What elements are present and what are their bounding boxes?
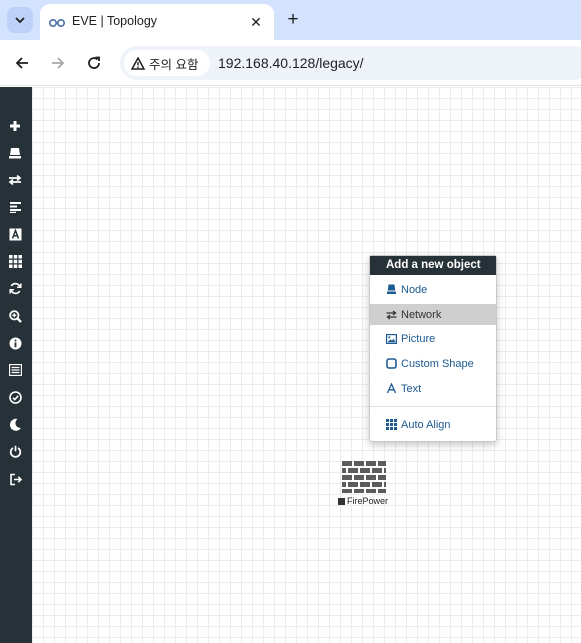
reload-button[interactable]	[81, 50, 107, 76]
context-menu-title: Add a new object	[370, 256, 496, 275]
menu-item-text[interactable]: Text	[370, 378, 496, 399]
add-object-context-menu: Add a new object Node Network Picture Cu…	[369, 255, 497, 442]
eve-sidebar	[0, 87, 32, 643]
list-icon[interactable]	[6, 361, 24, 379]
new-tab-button[interactable]: +	[282, 9, 304, 31]
grid-icon	[386, 419, 397, 430]
info-icon[interactable]	[6, 334, 24, 352]
menu-item-label: Network	[401, 308, 442, 321]
zoom-icon[interactable]	[6, 307, 24, 325]
chevron-down-icon	[15, 17, 25, 24]
forward-button[interactable]	[45, 50, 71, 76]
text-objects-icon[interactable]	[6, 225, 24, 243]
url-text[interactable]: 192.168.40.128/legacy/	[218, 55, 364, 71]
browser-tab[interactable]: EVE | Topology ✕	[40, 4, 274, 40]
refresh-icon[interactable]	[6, 279, 24, 297]
node-status-indicator	[338, 497, 345, 505]
back-button[interactable]	[9, 50, 35, 76]
node-icon	[386, 284, 397, 295]
node-label-row: FirePower	[338, 496, 388, 506]
check-circle-icon[interactable]	[6, 388, 24, 406]
nodes-icon[interactable]	[6, 144, 24, 162]
moon-icon[interactable]	[6, 415, 24, 433]
menu-item-node[interactable]: Node	[370, 279, 496, 300]
menu-item-label: Node	[401, 283, 428, 296]
node-label: FirePower	[347, 496, 389, 506]
power-icon[interactable]	[6, 442, 24, 460]
arrow-left-icon	[15, 57, 28, 69]
menu-item-auto-align[interactable]: Auto Align	[370, 414, 496, 435]
grid-icon[interactable]	[6, 252, 24, 270]
menu-item-label: Picture	[401, 332, 436, 345]
browser-toolbar: 주의 요함 192.168.40.128/legacy/	[0, 40, 581, 86]
picture-icon	[386, 333, 397, 344]
menu-item-label: Auto Align	[401, 418, 451, 431]
menu-item-custom-shape[interactable]: Custom Shape	[370, 353, 496, 374]
tab-search-button[interactable]	[7, 7, 33, 33]
square-icon	[386, 358, 397, 369]
security-status-chip[interactable]: 주의 요함	[124, 50, 210, 76]
exchange-icon	[386, 309, 397, 320]
menu-item-label: Text	[401, 382, 422, 395]
menu-item-label: Custom Shape	[401, 357, 474, 370]
tab-title: EVE | Topology	[72, 14, 158, 28]
firewall-icon	[342, 461, 386, 493]
warning-icon	[131, 56, 145, 70]
logout-icon[interactable]	[6, 470, 24, 488]
security-status-text: 주의 요함	[149, 57, 199, 72]
eve-logo-icon	[48, 19, 66, 28]
add-object-icon[interactable]	[6, 117, 24, 135]
menu-divider	[370, 406, 496, 407]
address-bar[interactable]: 주의 요함 192.168.40.128/legacy/	[120, 46, 581, 80]
close-tab-icon[interactable]: ✕	[246, 12, 266, 32]
font-icon	[386, 383, 397, 394]
topology-canvas[interactable]	[32, 87, 581, 643]
menu-item-picture[interactable]: Picture	[370, 328, 496, 349]
reload-icon	[88, 56, 100, 69]
arrow-right-icon	[52, 57, 65, 69]
networks-icon[interactable]	[6, 171, 24, 189]
topology-node[interactable]: FirePower	[338, 460, 392, 508]
startup-configs-icon[interactable]	[6, 198, 24, 216]
menu-item-network[interactable]: Network	[370, 304, 496, 325]
browser-tabstrip: EVE | Topology ✕ +	[0, 0, 581, 40]
